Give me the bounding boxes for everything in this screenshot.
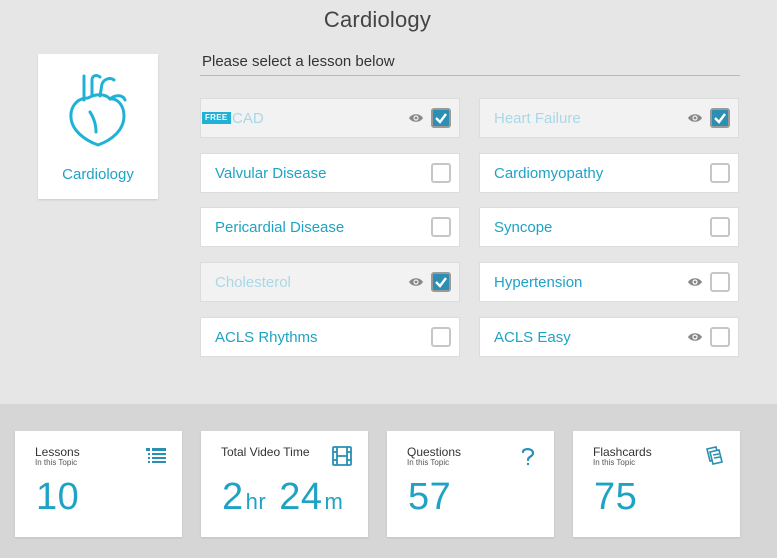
stat-value: 10 [36, 476, 80, 518]
film-icon [332, 446, 352, 466]
heart-icon [69, 74, 127, 147]
stat-value: 57 [408, 476, 452, 518]
lesson-checkbox[interactable] [431, 163, 451, 183]
page-title: Cardiology [323, 7, 432, 32]
lesson-name[interactable]: Cardiomyopathy [494, 165, 603, 182]
stat-flashcards: Flashcards In this Topic 75 [573, 431, 740, 537]
lesson-acls-rhythms[interactable]: ACLS Rhythms [200, 317, 460, 357]
eye-icon [409, 278, 423, 286]
lesson-checkbox[interactable] [710, 272, 730, 292]
lesson-cad[interactable]: FREE CAD [200, 98, 460, 138]
stat-questions: Questions In this Topic 57 [387, 431, 554, 537]
stat-title: Flashcards [593, 445, 652, 459]
lesson-checkbox[interactable] [431, 217, 451, 237]
topic-card[interactable]: Cardiology [38, 54, 158, 199]
stat-value: 75 [594, 476, 638, 518]
lesson-checkbox[interactable] [710, 217, 730, 237]
list-icon [146, 448, 166, 463]
eye-icon [688, 333, 702, 341]
lesson-checkbox[interactable] [710, 163, 730, 183]
lesson-checkbox[interactable] [431, 327, 451, 347]
lesson-name[interactable]: ACLS Easy [494, 329, 571, 346]
cards-icon [706, 446, 723, 465]
lesson-name[interactable]: Syncope [494, 219, 552, 236]
lesson-checkbox[interactable] [710, 327, 730, 347]
lesson-pericardial-disease[interactable]: Pericardial Disease [200, 207, 460, 247]
lesson-name[interactable]: Hypertension [494, 274, 582, 291]
video-hours-unit: hr [245, 489, 267, 514]
lesson-name[interactable]: Heart Failure [494, 110, 581, 127]
lesson-acls-easy[interactable]: ACLS Easy [479, 317, 739, 357]
stat-value: 2hr 24m [222, 476, 345, 519]
check-icon [435, 277, 447, 288]
stat-title: Questions [407, 445, 462, 459]
free-badge: FREE [202, 112, 231, 124]
lesson-checkbox[interactable] [431, 272, 451, 292]
stat-title: Lessons [35, 445, 80, 459]
divider [200, 75, 740, 76]
topic-label: Cardiology [62, 166, 134, 183]
video-hours: 2 [222, 476, 244, 518]
stat-video-time: Total Video Time 2hr 24m [201, 431, 368, 537]
lesson-name[interactable]: Valvular Disease [215, 165, 326, 182]
stat-subtitle: In this Topic [593, 458, 636, 467]
video-minutes: 24 [279, 476, 323, 518]
stat-title: Total Video Time [221, 445, 310, 459]
eye-icon [688, 114, 702, 122]
lesson-hypertension[interactable]: Hypertension [479, 262, 739, 302]
lesson-checkbox[interactable] [710, 108, 730, 128]
lessons-header: Please select a lesson below [202, 53, 395, 70]
lesson-name[interactable]: CAD [232, 110, 264, 127]
lesson-heart-failure[interactable]: Heart Failure [479, 98, 739, 138]
check-icon [435, 113, 447, 124]
lesson-name[interactable]: Cholesterol [215, 274, 291, 291]
video-minutes-unit: m [324, 489, 344, 514]
check-icon [714, 113, 726, 124]
stat-subtitle: In this Topic [35, 458, 78, 467]
lesson-checkbox[interactable] [431, 108, 451, 128]
eye-icon [409, 114, 423, 122]
lesson-name[interactable]: Pericardial Disease [215, 219, 344, 236]
lesson-cardiomyopathy[interactable]: Cardiomyopathy [479, 153, 739, 193]
lesson-cholesterol[interactable]: Cholesterol [200, 262, 460, 302]
stat-lessons: Lessons In this Topic 10 [15, 431, 182, 537]
lesson-syncope[interactable]: Syncope [479, 207, 739, 247]
lesson-name[interactable]: ACLS Rhythms [215, 329, 318, 346]
lesson-valvular-disease[interactable]: Valvular Disease [200, 153, 460, 193]
eye-icon [688, 278, 702, 286]
question-icon [521, 448, 535, 466]
stat-subtitle: In this Topic [407, 458, 450, 467]
